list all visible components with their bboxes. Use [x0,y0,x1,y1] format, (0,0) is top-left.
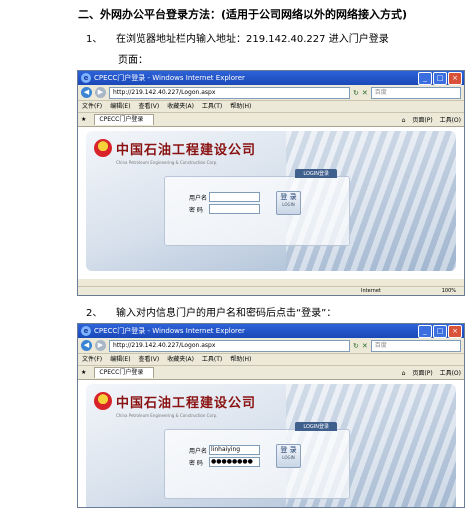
password-label: 密 码 [189,206,203,214]
login-button[interactable]: 登 录 LOGIN [276,444,301,468]
favorites-star-icon[interactable]: ★ [81,116,86,123]
search-input[interactable]: 百度 [370,86,461,99]
menu-edit[interactable]: 编辑(E) [110,356,130,363]
forward-button[interactable]: ▶ [95,340,106,351]
refresh-icon[interactable]: ↻ [353,342,359,350]
login-button-label-en: LOGIN [282,455,295,460]
menu-file[interactable]: 文件(F) [82,103,102,110]
username-field[interactable] [209,192,260,202]
username-row: 用户名 linhaiying [189,445,260,455]
refresh-icon[interactable]: ↻ [353,89,359,97]
window-title: CPECC门户登录 - Windows Internet Explorer [94,74,245,82]
login-button-label: 登 录 [280,193,297,201]
login-tab-label: LOGIN登录 [295,169,337,178]
step-2: 2、 输入对内信息门户的用户名和密码后点击“登录”： [86,304,336,319]
company-name-en: China Petroleum Engineering & Constructi… [116,413,218,418]
close-icon[interactable]: × [448,325,462,338]
step-1: 1、 在浏览器地址栏内输入地址：219.142.40.227 进入门户登录 [86,30,389,45]
step-number: 1、 [86,34,103,45]
browser-screenshot-2: e CPECC门户登录 - Windows Internet Explorer … [77,323,465,508]
password-field[interactable] [209,204,260,214]
page-menu[interactable]: 页面(P) [412,370,432,377]
login-panel: 中国石油工程建设公司 China Petroleum Engineering &… [86,131,456,271]
step-text: 在浏览器地址栏内输入地址：219.142.40.227 进入门户登录 [116,34,389,45]
cnpc-logo-icon [94,139,112,157]
login-button-label-en: LOGIN [282,202,295,207]
menu-tools[interactable]: 工具(T) [202,103,222,110]
browser-screenshot-1: e CPECC门户登录 - Windows Internet Explorer … [77,70,465,296]
address-bar: ◀ ▶ http://219.142.40.227/Logon.aspx ↻ ✕… [78,338,464,354]
menu-tools[interactable]: 工具(T) [202,356,222,363]
url-input[interactable]: http://219.142.40.227/Logon.aspx [109,86,350,99]
password-row: 密 码 [189,204,260,214]
menu-view[interactable]: 查看(V) [138,103,159,110]
status-bar: Internet 100% [78,286,464,295]
favorites-star-icon[interactable]: ★ [81,369,86,376]
home-icon[interactable]: ⌂ [402,117,406,124]
login-button[interactable]: 登 录 LOGIN [276,191,301,215]
menu-edit[interactable]: 编辑(E) [110,103,130,110]
tab-portal-login[interactable]: CPECC门户登录 [94,114,155,125]
username-label: 用户名 [189,194,208,202]
stop-icon[interactable]: ✕ [362,89,368,97]
home-icon[interactable]: ⌂ [402,370,406,377]
password-row: 密 码 ●●●●●●●● [189,457,260,467]
page-content: 中国石油工程建设公司 China Petroleum Engineering &… [78,380,464,507]
address-bar: ◀ ▶ http://219.142.40.227/Logon.aspx ↻ ✕… [78,85,464,101]
menu-file[interactable]: 文件(F) [82,356,102,363]
close-icon[interactable]: × [448,72,462,85]
window-titlebar: e CPECC门户登录 - Windows Internet Explorer … [78,324,464,338]
tab-bar: ★ CPECC门户登录 ⌂ 页面(P) 工具(O) [78,113,464,127]
ie-logo-icon: e [81,73,91,83]
back-button[interactable]: ◀ [81,340,92,351]
login-form: LOGIN登录 用户名 linhaiying 密 码 ●●●●●●●● 登 录 … [164,422,350,499]
login-tab-label: LOGIN登录 [295,422,337,431]
maximize-icon[interactable]: □ [433,325,447,338]
login-form: LOGIN登录 用户名 密 码 登 录 LOGIN [164,169,350,246]
step-1-continuation: 页面： [118,55,148,66]
company-name: 中国石油工程建设公司 [116,143,257,158]
minimize-icon[interactable]: _ [418,325,432,338]
search-input[interactable]: 百度 [370,339,461,352]
username-row: 用户名 [189,192,260,202]
window-titlebar: e CPECC门户登录 - Windows Internet Explorer … [78,71,464,85]
maximize-icon[interactable]: □ [433,72,447,85]
login-panel: 中国石油工程建设公司 China Petroleum Engineering &… [86,384,456,507]
tab-portal-login[interactable]: CPECC门户登录 [94,367,155,378]
menu-help[interactable]: 帮助(H) [230,103,251,110]
password-field[interactable]: ●●●●●●●● [209,457,260,467]
minimize-icon[interactable]: _ [418,72,432,85]
company-name: 中国石油工程建设公司 [116,396,257,411]
menu-view[interactable]: 查看(V) [138,356,159,363]
menu-bar: 文件(F) 编辑(E) 查看(V) 收藏夹(A) 工具(T) 帮助(H) [78,101,464,113]
username-field[interactable]: linhaiying [209,445,260,455]
menu-help[interactable]: 帮助(H) [230,356,251,363]
forward-button[interactable]: ▶ [95,87,106,98]
cnpc-logo-icon [94,392,112,410]
page-content: 中国石油工程建设公司 China Petroleum Engineering &… [78,127,464,279]
url-input[interactable]: http://219.142.40.227/Logon.aspx [109,339,350,352]
tools-menu[interactable]: 工具(O) [440,117,461,124]
stop-icon[interactable]: ✕ [362,342,368,350]
step-text: 输入对内信息门户的用户名和密码后点击“登录”： [116,308,337,319]
tools-menu[interactable]: 工具(O) [440,370,461,377]
company-name-en: China Petroleum Engineering & Constructi… [116,160,218,165]
menu-favorites[interactable]: 收藏夹(A) [167,103,194,110]
company-logo: 中国石油工程建设公司 China Petroleum Engineering &… [94,392,256,418]
security-zone: Internet [361,288,381,294]
page-menu[interactable]: 页面(P) [412,117,432,124]
back-button[interactable]: ◀ [81,87,92,98]
section-heading: 二、外网办公平台登录方法：(适用于公司网络以外的网络接入方式) [78,8,408,21]
step-number: 2、 [86,308,103,319]
login-button-label: 登 录 [280,446,297,454]
window-title: CPECC门户登录 - Windows Internet Explorer [94,327,245,335]
company-logo: 中国石油工程建设公司 China Petroleum Engineering &… [94,139,256,165]
password-label: 密 码 [189,459,203,467]
username-label: 用户名 [189,447,208,455]
menu-bar: 文件(F) 编辑(E) 查看(V) 收藏夹(A) 工具(T) 帮助(H) [78,354,464,366]
ie-logo-icon: e [81,326,91,336]
menu-favorites[interactable]: 收藏夹(A) [167,356,194,363]
zoom-level[interactable]: 100% [442,287,456,295]
tab-bar: ★ CPECC门户登录 ⌂ 页面(P) 工具(O) [78,366,464,380]
